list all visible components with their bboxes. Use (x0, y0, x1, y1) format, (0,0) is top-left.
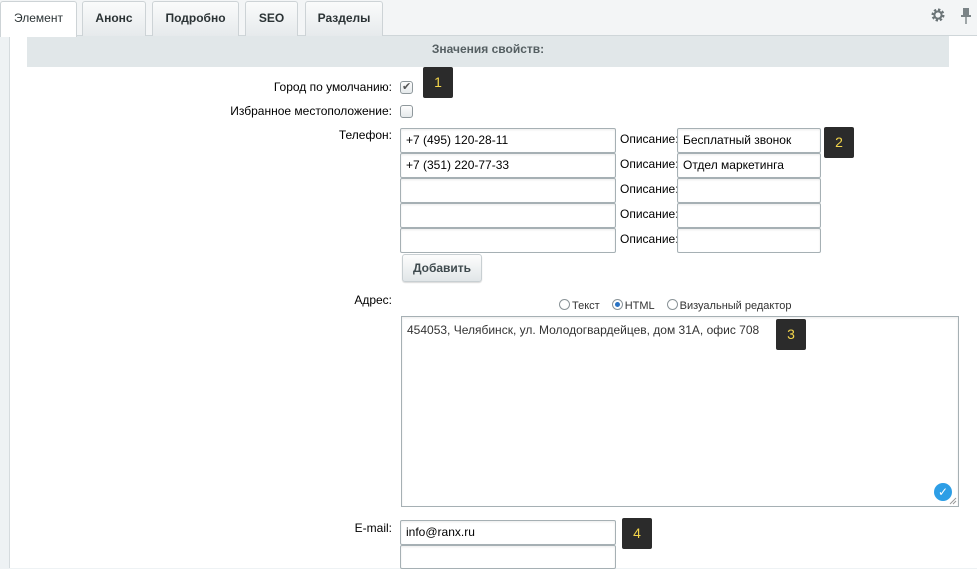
phone-input-5[interactable] (400, 228, 616, 253)
tab-details[interactable]: Подробно (152, 1, 239, 36)
phone-desc-label-5: Описание: (620, 232, 679, 246)
tab-sections[interactable]: Разделы (305, 1, 383, 36)
annotation-badge-4: 4 (622, 518, 652, 549)
annotation-badge-2: 2 (824, 127, 854, 158)
phone-label: Телефон: (338, 128, 392, 142)
default-city-checkbox[interactable]: ✔ (400, 81, 413, 94)
address-mode-selector: Текст HTML Визуальный редактор (559, 299, 792, 312)
add-phone-button[interactable]: Добавить (402, 254, 482, 282)
email-input-2[interactable] (400, 545, 616, 569)
phone-desc-label-4: Описание: (620, 207, 679, 221)
phone-desc-input-2[interactable]: Отдел маркетинга (677, 153, 821, 178)
phone-desc-input-5[interactable] (677, 228, 821, 253)
radio-selected-icon[interactable] (611, 299, 623, 310)
section-title: Значения свойств: (27, 36, 949, 67)
properties-panel: Значения свойств: Город по умолчанию: ✔ … (9, 36, 977, 569)
phone-input-2[interactable]: +7 (351) 220-77-33 (400, 153, 616, 178)
mode-html-label: HTML (624, 300, 655, 312)
address-text: 454053, Челябинск, ул. Молодогвардейцев,… (407, 323, 760, 337)
mode-text-option[interactable]: Текст (559, 299, 600, 312)
pin-icon[interactable] (959, 7, 973, 25)
radio-icon[interactable] (666, 299, 678, 310)
phone-input-3[interactable] (400, 178, 616, 203)
phone-input-1[interactable]: +7 (495) 120-28-11 (400, 128, 616, 153)
gear-icon[interactable] (930, 7, 946, 23)
phone-desc-label-2: Описание: (620, 157, 679, 171)
mode-visual-option[interactable]: Визуальный редактор (666, 299, 792, 312)
annotation-badge-1: 1 (423, 67, 453, 98)
address-textarea[interactable]: 454053, Челябинск, ул. Молодогвардейцев,… (401, 316, 959, 507)
resize-grip-icon[interactable] (949, 497, 957, 505)
email-input-1[interactable]: info@ranx.ru (400, 520, 616, 545)
annotation-badge-3: 3 (776, 319, 806, 350)
favorite-location-checkbox[interactable] (400, 105, 413, 118)
radio-icon[interactable] (559, 299, 570, 310)
default-city-label: Город по умолчанию: (273, 80, 392, 94)
tab-element[interactable]: Элемент (0, 1, 77, 37)
phone-desc-label-1: Описание: (620, 132, 679, 146)
phone-input-4[interactable] (400, 203, 616, 228)
address-label: Адрес: (354, 293, 392, 307)
mode-visual-label: Визуальный редактор (679, 300, 792, 312)
check-icon: ✔ (402, 81, 412, 93)
tab-seo[interactable]: SEO (245, 1, 298, 36)
phone-desc-label-3: Описание: (620, 182, 679, 196)
mode-html-option[interactable]: HTML (611, 299, 655, 312)
favorite-location-label: Избранное местоположение: (230, 104, 392, 118)
email-label: E-mail: (354, 521, 392, 535)
mode-text-label: Текст (572, 300, 600, 312)
phone-desc-input-4[interactable] (677, 203, 821, 228)
phone-desc-input-3[interactable] (677, 178, 821, 203)
tab-tools (917, 7, 977, 27)
tab-bar: Элемент Анонс Подробно SEO Разделы (0, 0, 977, 37)
tab-announce[interactable]: Анонс (82, 1, 146, 36)
phone-desc-input-1[interactable]: Бесплатный звонок (677, 128, 821, 153)
